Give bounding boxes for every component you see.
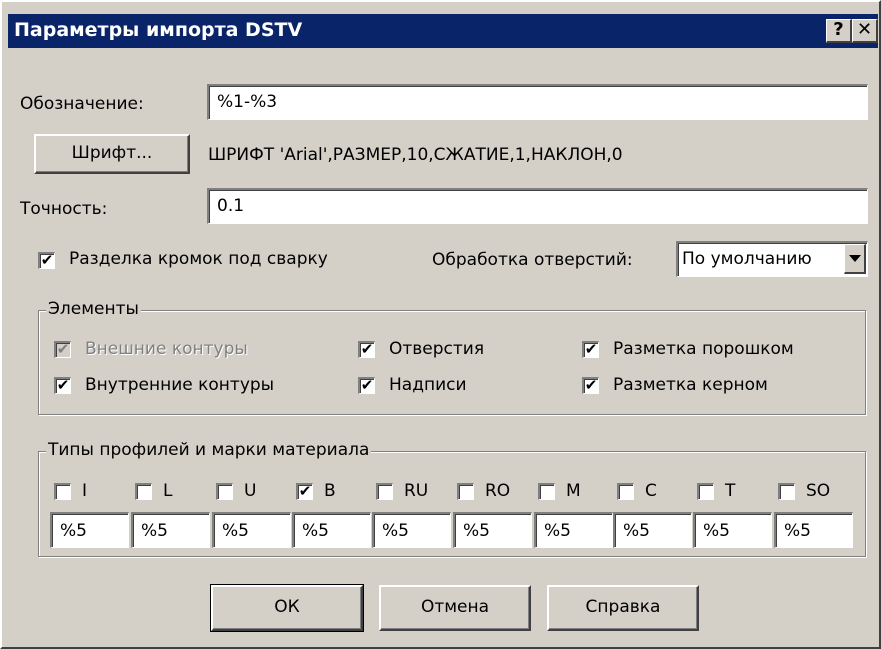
dialog-title: Параметры импорта DSTV bbox=[14, 19, 303, 41]
weld-edge-checkbox[interactable]: ✔ bbox=[38, 252, 55, 269]
outer-contours-label: Внешние контуры bbox=[85, 339, 248, 359]
designation-input[interactable]: %1-%3 bbox=[207, 84, 868, 120]
punch-marking-label: Разметка керном bbox=[613, 375, 768, 395]
profile-u-checkbox[interactable] bbox=[216, 483, 233, 500]
profile-so-label: SO bbox=[806, 481, 831, 501]
profile-ru-material-input[interactable]: %5 bbox=[372, 512, 451, 548]
check-icon: ✔ bbox=[40, 251, 54, 269]
hole-processing-value: По умолчанию bbox=[682, 249, 812, 269]
profile-c-material-input[interactable]: %5 bbox=[613, 512, 692, 548]
profile-ro-material-input[interactable]: %5 bbox=[453, 512, 532, 548]
profile-l-checkbox[interactable] bbox=[135, 483, 152, 500]
check-icon: ✔ bbox=[584, 340, 598, 358]
profile-b-label: B bbox=[324, 481, 336, 501]
profile-c-checkbox[interactable] bbox=[617, 483, 634, 500]
powder-marking-label: Разметка порошком bbox=[613, 339, 794, 359]
help-button[interactable]: Справка bbox=[547, 585, 699, 631]
check-icon: ✔ bbox=[360, 340, 374, 358]
profile-ru-checkbox[interactable] bbox=[376, 483, 393, 500]
profile-m-checkbox[interactable] bbox=[538, 483, 555, 500]
cancel-button[interactable]: Отмена bbox=[379, 585, 531, 631]
profile-ro-label: RO bbox=[485, 481, 511, 501]
profile-ru-label: RU bbox=[404, 481, 429, 501]
hole-processing-select[interactable]: По умолчанию bbox=[676, 241, 868, 277]
profile-so-checkbox[interactable] bbox=[778, 483, 795, 500]
check-icon: ✔ bbox=[56, 376, 70, 394]
profile-u-label: U bbox=[244, 481, 257, 501]
profile-m-label: M bbox=[566, 481, 581, 501]
holes-label: Отверстия bbox=[389, 339, 485, 359]
inner-contours-label: Внутренние контуры bbox=[85, 375, 275, 395]
profile-t-material-input[interactable]: %5 bbox=[693, 512, 772, 548]
profiles-legend: Типы профилей и марки материала bbox=[46, 440, 372, 460]
check-icon: ✔ bbox=[56, 340, 70, 358]
profile-b-checkbox[interactable]: ✔ bbox=[296, 483, 313, 500]
check-icon: ✔ bbox=[298, 482, 312, 500]
punch-marking-checkbox[interactable]: ✔ bbox=[582, 377, 599, 394]
profile-i-label: I bbox=[82, 481, 88, 501]
ok-button[interactable]: ОК bbox=[210, 584, 364, 632]
holes-checkbox[interactable]: ✔ bbox=[358, 341, 375, 358]
hole-processing-label: Обработка отверстий: bbox=[432, 250, 633, 270]
precision-label: Точность: bbox=[20, 199, 108, 219]
help-title-button[interactable]: ? bbox=[826, 19, 852, 43]
outer-contours-checkbox: ✔ bbox=[54, 341, 71, 358]
labels-checkbox[interactable]: ✔ bbox=[358, 377, 375, 394]
profile-ro-checkbox[interactable] bbox=[457, 483, 474, 500]
check-icon: ✔ bbox=[360, 376, 374, 394]
elements-legend: Элементы bbox=[46, 299, 141, 319]
profile-so-material-input[interactable]: %5 bbox=[774, 512, 853, 548]
profile-c-label: C bbox=[645, 481, 657, 501]
profile-l-material-input[interactable]: %5 bbox=[131, 512, 210, 548]
chevron-down-icon[interactable] bbox=[844, 244, 866, 274]
check-icon: ✔ bbox=[584, 376, 598, 394]
profile-b-material-input[interactable]: %5 bbox=[292, 512, 371, 548]
profile-u-material-input[interactable]: %5 bbox=[212, 512, 291, 548]
title-bar[interactable]: Параметры импорта DSTV ? ✕ bbox=[8, 14, 878, 48]
close-icon[interactable]: ✕ bbox=[852, 19, 878, 43]
precision-input[interactable]: 0.1 bbox=[207, 188, 868, 224]
elements-group bbox=[38, 310, 866, 415]
designation-label: Обозначение: bbox=[20, 94, 144, 114]
labels-label: Надписи bbox=[389, 375, 467, 395]
profile-i-material-input[interactable]: %5 bbox=[50, 512, 129, 548]
profile-t-label: T bbox=[725, 481, 736, 501]
profile-m-material-input[interactable]: %5 bbox=[534, 512, 613, 548]
profile-t-checkbox[interactable] bbox=[697, 483, 714, 500]
dialog-window: Параметры импорта DSTV ? ✕ Обозначение: … bbox=[0, 0, 881, 649]
weld-edge-label: Разделка кромок под сварку bbox=[69, 249, 328, 269]
inner-contours-checkbox[interactable]: ✔ bbox=[54, 377, 71, 394]
profile-l-label: L bbox=[163, 481, 173, 501]
profile-i-checkbox[interactable] bbox=[54, 483, 71, 500]
powder-marking-checkbox[interactable]: ✔ bbox=[582, 341, 599, 358]
font-button[interactable]: Шрифт... bbox=[34, 134, 190, 174]
font-description: ШРИФТ 'Arial',РАЗМЕР,10,СЖАТИЕ,1,НАКЛОН,… bbox=[208, 145, 623, 165]
